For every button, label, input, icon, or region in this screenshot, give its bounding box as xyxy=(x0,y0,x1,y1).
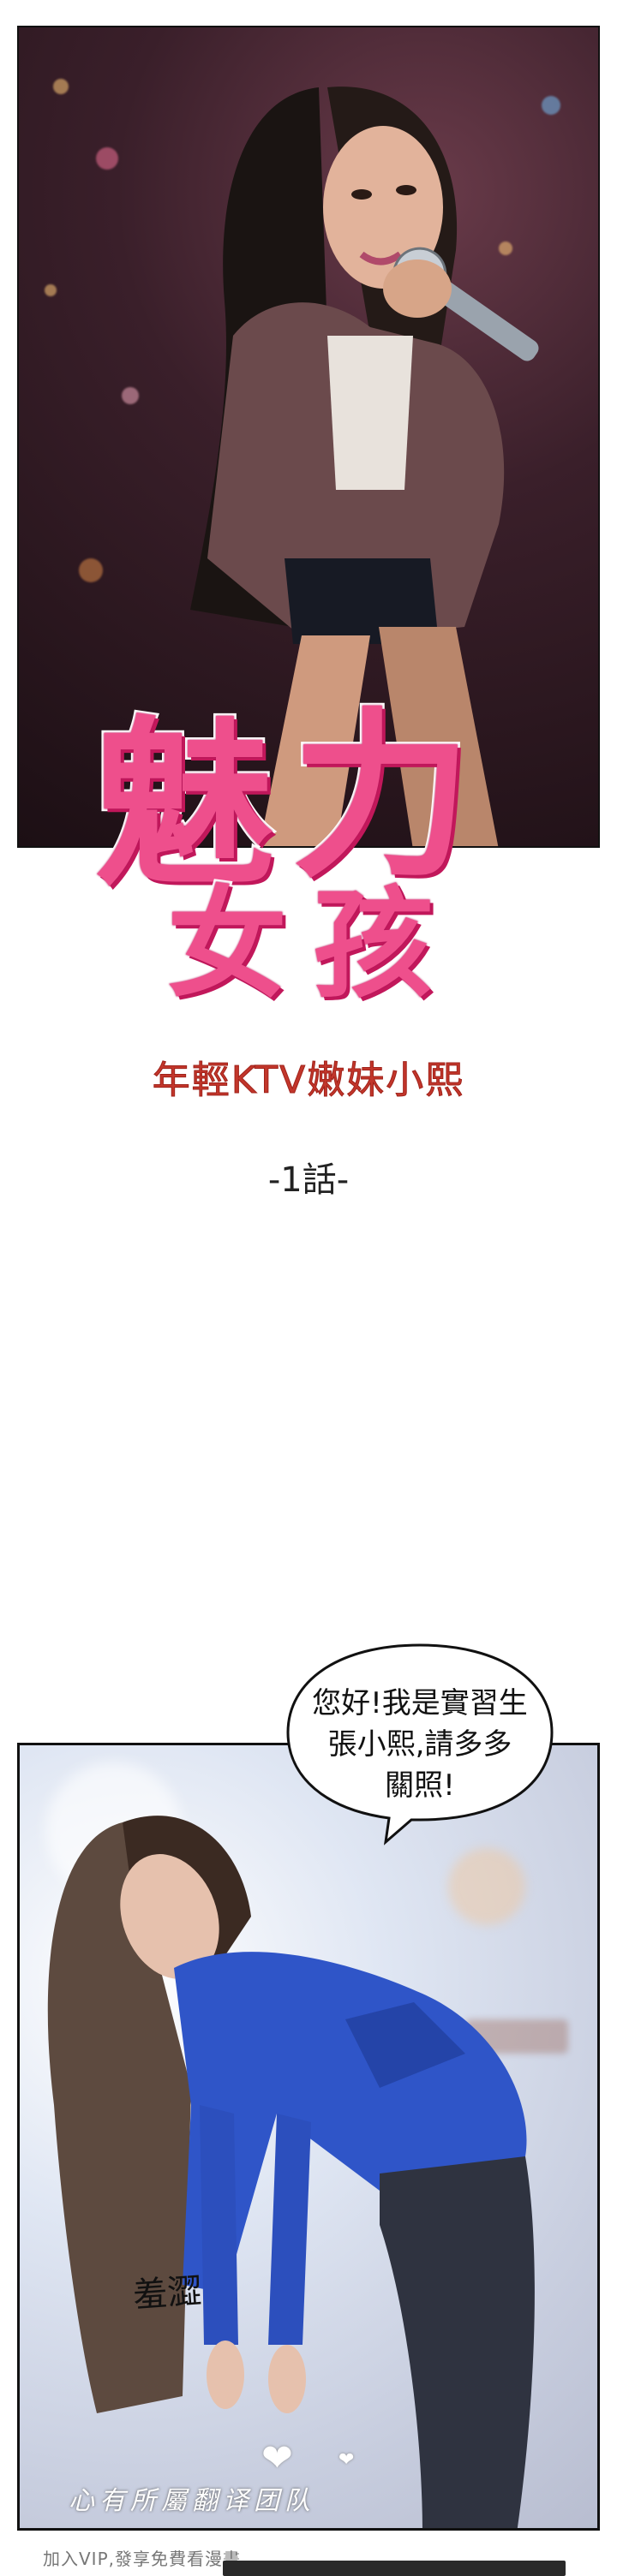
heart-icon: ❤ xyxy=(338,2449,355,2471)
comic-panel xyxy=(17,1743,600,2531)
footer-note: 加入VIP,發享免費看漫畫 xyxy=(43,2549,241,2569)
chapter-number: -1話- xyxy=(267,1160,350,1200)
speech-bubble-text: 您好!我是實習生 張小熙,請多多 關照! xyxy=(312,1686,528,1803)
title-logo: 魅 力 女 孩 xyxy=(92,651,523,1017)
bowing-girl-figure xyxy=(47,1816,535,2528)
title-char: 孩 xyxy=(310,872,435,1017)
heart-icon: ❤ xyxy=(261,2436,293,2480)
sound-effect-text: 羞澀 xyxy=(131,2271,203,2316)
footer-strip xyxy=(223,2561,566,2576)
episode-subtitle: 年輕KTV嫩妹小熙 xyxy=(152,1058,465,1103)
translation-watermark: 心有所屬翻译团队 xyxy=(69,2486,315,2516)
title-char: 女 xyxy=(165,872,290,1017)
